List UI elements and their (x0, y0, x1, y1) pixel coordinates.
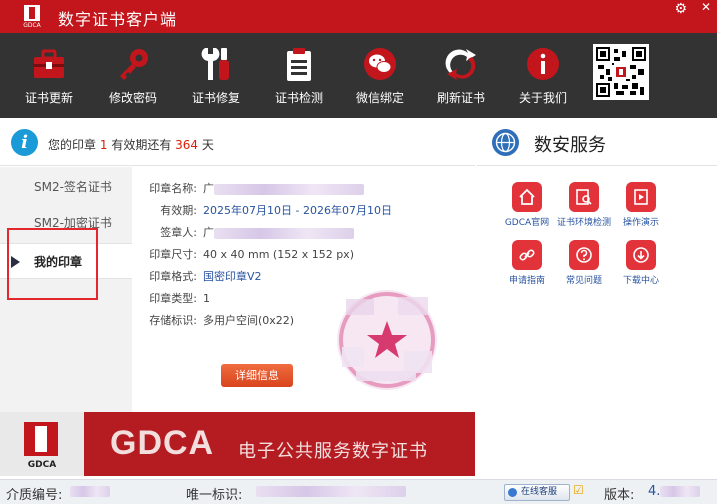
toolbar-repair-cert[interactable]: 证书修复 (175, 43, 257, 106)
refresh-icon (441, 43, 481, 85)
globe-icon (492, 129, 519, 156)
toolbar-label: 证书检测 (274, 91, 323, 105)
seal-storage-row: 存储标识: 多用户空间(0x22) (149, 314, 295, 327)
toolbar-label: 修改密码 (108, 91, 157, 105)
redacted-value (214, 183, 364, 195)
wrench-icon (196, 43, 236, 85)
toolbar-change-password[interactable]: 修改密码 (92, 43, 174, 106)
status-bar: 介质编号: 唯一标识: 在线客服 ☑ 版本: 4. (0, 479, 717, 504)
service-apply-guide[interactable]: 申请指南 (498, 240, 556, 286)
info-icon (523, 43, 563, 85)
gdca-logo-icon (24, 5, 40, 21)
version-value: 4. (648, 484, 661, 499)
service-env-check[interactable]: 证书环境检测 (555, 182, 613, 228)
service-title: 数安服务 (534, 135, 606, 156)
toolbar-about-us[interactable]: 关于我们 (502, 43, 584, 106)
media-id-label: 介质编号: (6, 488, 63, 503)
app-logo: GDCA (18, 5, 46, 31)
seal-validity-row: 有效期: 2025年07月10日 - 2026年07月10日 (160, 204, 392, 217)
home-icon (512, 182, 542, 212)
seal-name-row: 印章名称: 广 (132, 180, 364, 196)
toolbar-label: 证书修复 (191, 91, 240, 105)
toolbar-label: 证书更新 (24, 91, 73, 105)
seal-signer-row: 签章人: 广 (132, 224, 354, 240)
toolbar-update-cert[interactable]: 证书更新 (8, 43, 90, 106)
seal-size-row: 印章尺寸: 40 x 40 mm (152 x 152 px) (149, 248, 354, 261)
unique-id-label: 唯一标识: (186, 488, 243, 503)
details-button[interactable]: 详细信息 (221, 364, 293, 387)
clipboard-icon (279, 43, 319, 85)
app-title: 数字证书客户端 (58, 10, 178, 29)
close-icon[interactable]: ✕ (701, 0, 711, 14)
service-grid: GDCA官网 证书环境检测 操作演示 申请指南 常见问题 下载中心 (477, 166, 717, 412)
seal-detail-panel: 印章名称: 广 有效期: 2025年07月10日 - 2026年07月10日 签章人… (132, 167, 475, 412)
toolbar-wechat-bind[interactable]: 微信绑定 (339, 43, 421, 106)
toolbar-check-cert[interactable]: 证书检测 (258, 43, 340, 106)
seal-validity-bar: i 您的印章 1 有效期还有 364 天 (0, 118, 475, 166)
toolbox-icon (29, 43, 69, 85)
banner-slogan: 电子公共服务数字证书 (238, 441, 428, 462)
redacted-value (214, 227, 354, 239)
days-remaining: 364 (175, 138, 199, 152)
service-header: 数安服务 (477, 118, 717, 166)
search-doc-icon (569, 182, 599, 212)
qr-code-icon (596, 47, 646, 97)
link-icon (512, 240, 542, 270)
info-icon: i (11, 129, 38, 156)
checkbox-icon: ☑ (573, 483, 584, 497)
version-label: 版本: (604, 488, 635, 503)
toolbar-label: 关于我们 (518, 91, 567, 105)
qr-code (593, 44, 649, 100)
toolbar-label: 刷新证书 (436, 91, 485, 105)
toolbar-label: 微信绑定 (355, 91, 404, 105)
wechat-icon (360, 43, 400, 85)
gdca-logo-icon (24, 422, 58, 456)
brand-banner: GDCA GDCA 电子公共服务数字证书 (0, 412, 475, 476)
toolbar-refresh-cert[interactable]: 刷新证书 (420, 43, 502, 106)
download-icon (626, 240, 656, 270)
seal-count: 1 (99, 138, 108, 152)
annotation-highlight-box (7, 228, 98, 300)
service-download-center[interactable]: 下载中心 (612, 240, 670, 286)
redacted-value (660, 486, 700, 497)
banner-right-blank (475, 412, 717, 476)
title-bar: GDCA 数字证书客户端 ⚙ ✕ (0, 0, 717, 33)
redacted-value (256, 486, 406, 497)
service-faq[interactable]: 常见问题 (555, 240, 613, 286)
redacted-value (70, 486, 110, 497)
service-gdca-website[interactable]: GDCA官网 (498, 182, 556, 228)
sidebar-item-sm2-sign-cert[interactable]: SM2-签名证书 (0, 169, 132, 205)
online-service-button[interactable]: 在线客服 (504, 484, 570, 501)
film-icon (626, 182, 656, 212)
seal-format-row: 印章格式: 国密印章V2 (149, 270, 262, 283)
service-demo[interactable]: 操作演示 (612, 182, 670, 228)
banner-brand: GDCA (110, 424, 215, 462)
question-icon (569, 240, 599, 270)
seal-type-row: 印章类型: 1 (149, 292, 210, 305)
key-icon (113, 43, 153, 85)
seal-image (337, 290, 437, 390)
app-logo-text: GDCA (23, 22, 41, 29)
seal-validity-text: 您的印章 1 有效期还有 364 天 (48, 138, 214, 152)
toolbar: 证书更新 修改密码 证书修复 证书检测 微信绑定 刷新证书 关于我们 (0, 33, 717, 118)
banner-logo: GDCA (0, 412, 84, 476)
gear-icon[interactable]: ⚙ (674, 1, 687, 17)
